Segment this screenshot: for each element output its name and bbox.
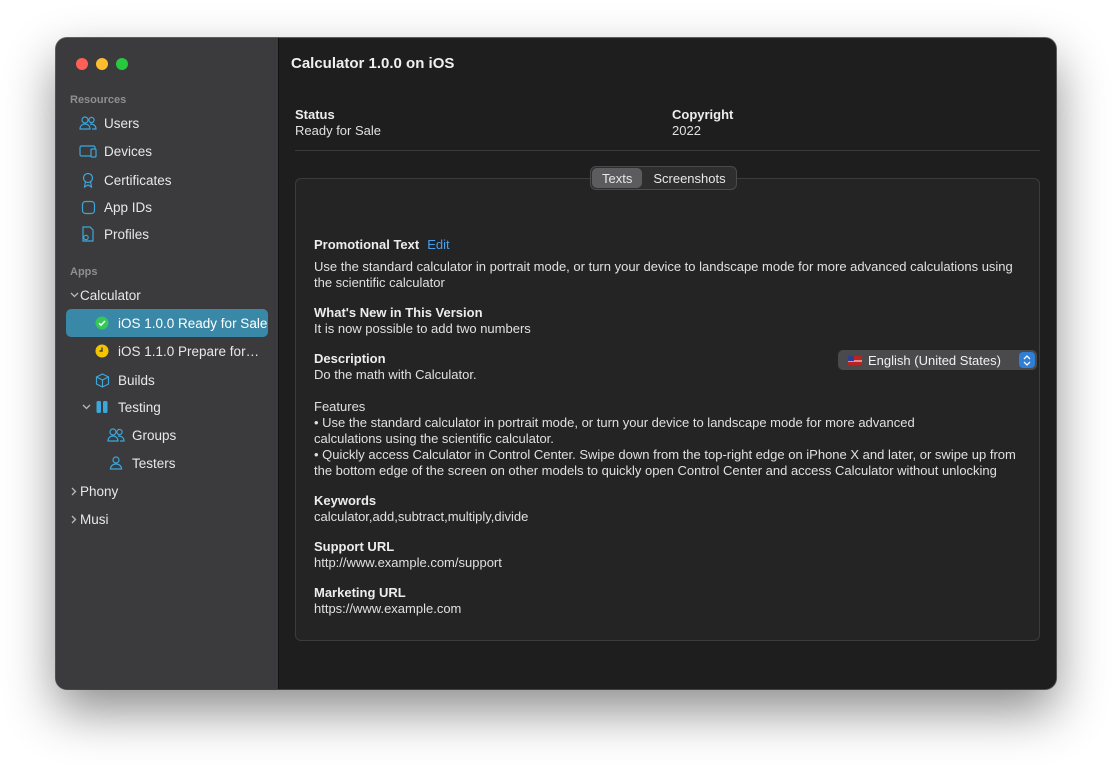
promotional-text-value: Use the standard calculator in portrait …: [314, 259, 1013, 290]
sidebar-item-label: Calculator: [80, 287, 141, 303]
ready-for-sale-icon: [92, 313, 112, 333]
sidebar-item-label: Devices: [104, 143, 153, 159]
copyright-value: 2022: [672, 123, 701, 138]
edit-promotional-text-link[interactable]: Edit: [427, 237, 449, 252]
certificate-icon: [78, 170, 98, 190]
select-stepper-icon: [1019, 352, 1035, 368]
profile-icon: [78, 224, 98, 244]
divider: [295, 150, 1040, 151]
description-line: Do the math with Calculator.: [314, 367, 477, 382]
marketing-url-value: https://www.example.com: [314, 601, 462, 616]
description-label: Description: [314, 351, 386, 366]
page-title: Calculator 1.0.0 on iOS: [291, 55, 455, 72]
sidebar-item-label: Musi: [80, 511, 109, 527]
chevron-right-icon[interactable]: [68, 515, 80, 524]
promotional-text-label: Promotional Text Edit: [314, 237, 450, 252]
sidebar-item-ios-1-1-0[interactable]: iOS 1.1.0 Prepare for Submission: [92, 337, 262, 365]
sidebar-item-phony[interactable]: Phony: [68, 477, 270, 505]
sidebar-item-calculator[interactable]: Calculator: [68, 281, 270, 309]
whats-new-value: It is now possible to add two numbers: [314, 321, 531, 336]
sidebar-item-groups[interactable]: Groups: [106, 421, 308, 449]
support-url-value: http://www.example.com/support: [314, 555, 502, 570]
sidebar-item-label: Phony: [80, 483, 119, 499]
prepare-for-submission-icon: [92, 341, 112, 361]
sidebar-item-label: Certificates: [104, 172, 172, 188]
sidebar-item-label: iOS 1.1.0 Prepare for Submission: [118, 343, 262, 359]
sidebar-item-profiles[interactable]: Profiles: [78, 220, 280, 248]
status-label: Status: [295, 107, 335, 122]
tab-texts[interactable]: Texts: [592, 168, 643, 188]
sidebar-item-label: Profiles: [104, 226, 150, 242]
chevron-right-icon[interactable]: [68, 487, 80, 496]
builds-icon: [92, 370, 112, 390]
sidebar-item-ios-1-0-0[interactable]: iOS 1.0.0 Ready for Sale: [66, 309, 268, 337]
resources-section-label: Resources: [70, 94, 127, 106]
testing-icon: [92, 397, 112, 417]
sidebar-item-testing[interactable]: Testing: [80, 393, 282, 421]
language-label: English (United States): [868, 352, 1001, 368]
copyright-label: Copyright: [672, 107, 734, 122]
sidebar-item-label: Groups: [132, 427, 177, 443]
sidebar-item-users[interactable]: Users: [78, 109, 280, 137]
description-bullet: • Quickly access Calculator in Control C…: [314, 447, 1016, 478]
description-features: Features: [314, 399, 366, 414]
status-value: Ready for Sale: [295, 123, 381, 138]
marketing-url-label: Marketing URL: [314, 585, 406, 600]
promotional-text-title: Promotional Text: [314, 237, 420, 252]
sidebar-item-builds[interactable]: Builds: [92, 366, 294, 394]
sidebar-item-label: Testers: [132, 455, 176, 471]
chevron-down-icon[interactable]: [68, 292, 80, 298]
apps-section-label: Apps: [70, 266, 98, 278]
minimize-window-button[interactable]: [96, 58, 108, 70]
us-flag-icon: [848, 355, 862, 365]
sidebar-item-devices[interactable]: Devices: [78, 137, 280, 165]
keywords-label: Keywords: [314, 493, 377, 508]
sidebar-item-testers[interactable]: Testers: [106, 449, 308, 477]
sidebar-item-certificates[interactable]: Certificates: [78, 166, 280, 194]
tester-icon: [106, 453, 126, 473]
tab-control: Texts Screenshots: [590, 166, 737, 190]
devices-icon: [78, 141, 98, 161]
detail-pane: Calculator 1.0.0 on iOS Status Ready for…: [279, 38, 1056, 689]
zoom-window-button[interactable]: [116, 58, 128, 70]
sidebar-item-label: iOS 1.0.0 Ready for Sale: [118, 315, 268, 331]
sidebar-item-label: Testing: [118, 399, 161, 415]
app-window: Resources Users Devices Certificates App…: [56, 38, 1056, 689]
groups-icon: [106, 425, 126, 445]
keywords-value: calculator,add,subtract,multiply,divide: [314, 509, 529, 524]
sidebar-item-label: Users: [104, 115, 140, 131]
app-id-icon: [78, 197, 98, 217]
description-bullet: • Use the standard calculator in portrai…: [314, 415, 915, 446]
sidebar: Resources Users Devices Certificates App…: [56, 38, 279, 689]
sidebar-item-musi[interactable]: Musi: [68, 505, 270, 533]
users-icon: [78, 113, 98, 133]
close-window-button[interactable]: [76, 58, 88, 70]
sidebar-item-label: App IDs: [104, 199, 153, 215]
sidebar-item-app-ids[interactable]: App IDs: [78, 193, 280, 221]
window-controls: [76, 58, 128, 70]
whats-new-label: What's New in This Version: [314, 305, 483, 320]
support-url-label: Support URL: [314, 539, 395, 554]
chevron-down-icon[interactable]: [80, 404, 92, 410]
tab-screenshots[interactable]: Screenshots: [643, 167, 735, 189]
sidebar-item-label: Builds: [118, 372, 155, 388]
